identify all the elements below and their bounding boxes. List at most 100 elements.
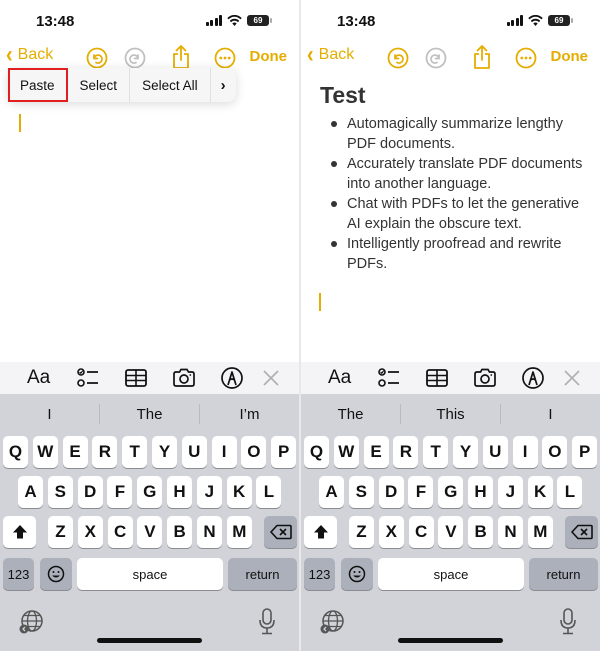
key-i[interactable]: I — [512, 436, 538, 468]
key-f[interactable]: F — [107, 476, 133, 508]
bullet-item[interactable]: Accurately translate PDF documents into … — [329, 154, 589, 194]
microphone-icon[interactable] — [559, 608, 577, 636]
key-t[interactable]: T — [423, 436, 449, 468]
space-key[interactable]: space — [378, 558, 524, 590]
key-z[interactable]: Z — [48, 516, 73, 548]
key-a[interactable]: A — [319, 476, 344, 508]
suggestion-2[interactable]: The — [100, 394, 199, 434]
key-x[interactable]: X — [378, 516, 404, 548]
redo-icon[interactable] — [425, 47, 447, 69]
key-h[interactable]: H — [167, 476, 192, 508]
microphone-icon[interactable] — [258, 608, 276, 636]
emoji-key[interactable] — [341, 558, 373, 590]
checklist-icon[interactable] — [377, 366, 401, 390]
key-z[interactable]: Z — [349, 516, 374, 548]
key-m[interactable]: M — [226, 516, 252, 548]
close-icon[interactable] — [262, 366, 280, 390]
redo-icon[interactable] — [124, 47, 146, 69]
key-g[interactable]: G — [438, 476, 464, 508]
key-v[interactable]: V — [137, 516, 163, 548]
share-icon[interactable] — [471, 44, 493, 70]
done-button[interactable]: Done — [250, 48, 288, 65]
table-icon[interactable] — [124, 366, 148, 390]
back-button[interactable]: ‹ Back — [307, 43, 354, 67]
key-y[interactable]: Y — [453, 436, 478, 468]
key-w[interactable]: W — [32, 436, 58, 468]
key-d[interactable]: D — [378, 476, 404, 508]
key-l[interactable]: L — [557, 476, 583, 508]
key-t[interactable]: T — [122, 436, 148, 468]
key-a[interactable]: A — [18, 476, 43, 508]
suggestion-1[interactable]: The — [301, 394, 400, 434]
key-f[interactable]: F — [408, 476, 434, 508]
globe-icon[interactable] — [18, 609, 44, 635]
suggestion-3[interactable]: I — [501, 394, 600, 434]
key-r[interactable]: R — [393, 436, 419, 468]
bullet-item[interactable]: Automagically summarize lengthy PDF docu… — [329, 114, 589, 154]
done-button[interactable]: Done — [551, 48, 589, 65]
key-c[interactable]: C — [408, 516, 434, 548]
close-icon[interactable] — [563, 366, 581, 390]
menu-select[interactable]: Select — [68, 68, 131, 102]
key-h[interactable]: H — [468, 476, 493, 508]
key-g[interactable]: G — [137, 476, 163, 508]
key-e[interactable]: E — [62, 436, 88, 468]
markup-icon[interactable] — [521, 366, 545, 390]
markup-icon[interactable] — [220, 366, 244, 390]
key-k[interactable]: K — [226, 476, 252, 508]
key-s[interactable]: S — [348, 476, 374, 508]
numbers-key[interactable]: 123 — [304, 558, 335, 590]
key-q[interactable]: Q — [3, 436, 28, 468]
key-n[interactable]: N — [498, 516, 523, 548]
key-d[interactable]: D — [77, 476, 103, 508]
bullet-item[interactable]: Chat with PDFs to let the generative AI … — [329, 194, 589, 234]
key-u[interactable]: U — [181, 436, 207, 468]
key-b[interactable]: B — [167, 516, 193, 548]
key-m[interactable]: M — [527, 516, 553, 548]
key-o[interactable]: O — [241, 436, 267, 468]
key-p[interactable]: P — [271, 436, 297, 468]
key-j[interactable]: J — [196, 476, 222, 508]
key-q[interactable]: Q — [304, 436, 329, 468]
key-v[interactable]: V — [438, 516, 464, 548]
menu-paste[interactable]: Paste — [8, 68, 68, 102]
suggestion-2[interactable]: This — [401, 394, 500, 434]
key-s[interactable]: S — [47, 476, 73, 508]
key-k[interactable]: K — [527, 476, 553, 508]
key-j[interactable]: J — [497, 476, 523, 508]
camera-icon[interactable] — [473, 366, 497, 390]
menu-select-all[interactable]: Select All — [130, 68, 211, 102]
key-y[interactable]: Y — [152, 436, 177, 468]
space-key[interactable]: space — [77, 558, 223, 590]
numbers-key[interactable]: 123 — [3, 558, 34, 590]
key-o[interactable]: O — [542, 436, 568, 468]
globe-icon[interactable] — [319, 609, 345, 635]
return-key[interactable]: return — [228, 558, 297, 590]
bullet-item[interactable]: Intelligently proofread and rewrite PDFs… — [329, 234, 589, 274]
key-c[interactable]: C — [107, 516, 133, 548]
suggestion-1[interactable]: I — [0, 394, 99, 434]
key-i[interactable]: I — [211, 436, 237, 468]
delete-key[interactable] — [565, 516, 598, 548]
key-e[interactable]: E — [363, 436, 389, 468]
shift-key[interactable] — [304, 516, 337, 548]
home-indicator[interactable] — [398, 638, 503, 643]
key-n[interactable]: N — [197, 516, 222, 548]
key-l[interactable]: L — [256, 476, 282, 508]
undo-icon[interactable] — [86, 47, 108, 69]
checklist-icon[interactable] — [76, 366, 100, 390]
more-icon[interactable] — [214, 47, 236, 69]
table-icon[interactable] — [425, 366, 449, 390]
undo-icon[interactable] — [387, 47, 409, 69]
delete-key[interactable] — [264, 516, 297, 548]
key-w[interactable]: W — [333, 436, 359, 468]
key-p[interactable]: P — [572, 436, 598, 468]
home-indicator[interactable] — [97, 638, 202, 643]
note-title[interactable]: Test — [320, 82, 366, 109]
return-key[interactable]: return — [529, 558, 598, 590]
key-b[interactable]: B — [468, 516, 494, 548]
key-r[interactable]: R — [92, 436, 118, 468]
text-format-icon[interactable]: Aa — [27, 366, 50, 390]
emoji-key[interactable] — [40, 558, 72, 590]
camera-icon[interactable] — [172, 366, 196, 390]
